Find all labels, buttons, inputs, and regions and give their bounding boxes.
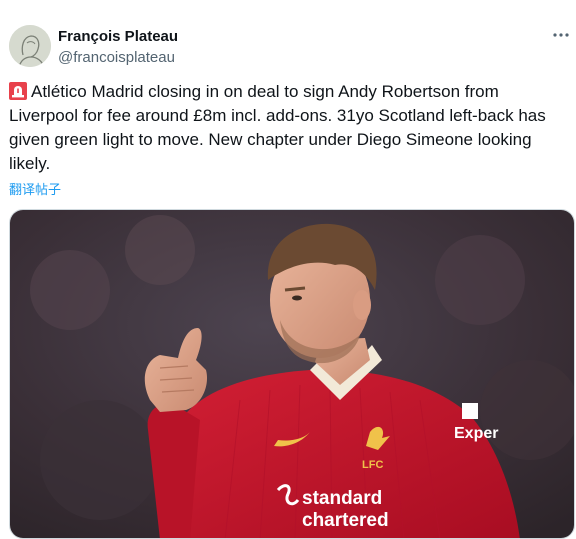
svg-text:Exper: Exper — [454, 425, 498, 442]
author-handle[interactable]: @francoisplateau — [58, 49, 175, 66]
tweet-body: Atlético Madrid closing in on deal to si… — [9, 82, 546, 173]
more-options-button[interactable] — [551, 25, 571, 45]
svg-text:chartered: chartered — [302, 510, 389, 531]
author-display-name[interactable]: François Plateau — [58, 28, 178, 45]
tweet-media-photo[interactable]: LFC Exper standard chartered — [9, 209, 575, 539]
tweet-text: Atlético Madrid closing in on deal to si… — [9, 80, 569, 176]
svg-text:LFC: LFC — [362, 459, 383, 471]
player-photo: LFC Exper standard chartered — [10, 210, 574, 538]
author-avatar[interactable] — [9, 25, 51, 67]
translate-post-link[interactable]: 翻译帖子 — [9, 179, 61, 198]
svg-text:standard: standard — [302, 488, 382, 509]
rotating-light-icon — [9, 82, 27, 100]
profile-sketch-avatar — [9, 25, 51, 67]
more-horizontal-icon — [553, 33, 569, 37]
